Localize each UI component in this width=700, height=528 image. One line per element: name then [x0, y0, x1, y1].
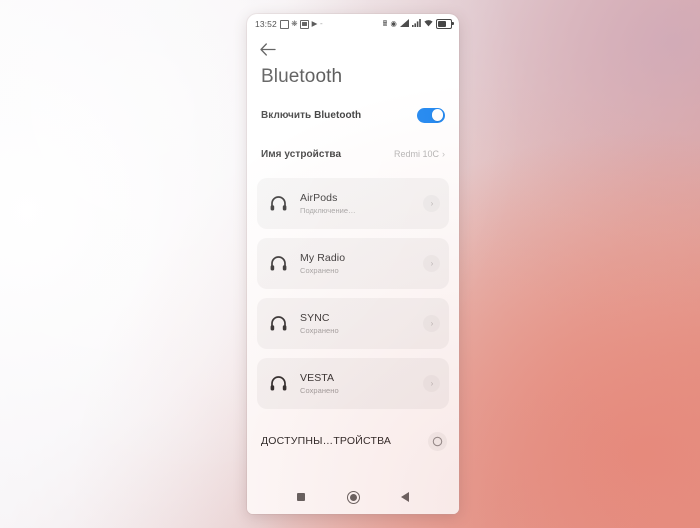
headphones-icon [268, 254, 288, 274]
status-clock: 13:52 [255, 19, 277, 29]
setting-control-group [417, 107, 445, 123]
device-status: Сохранено [300, 386, 339, 395]
device-text-group: SYNC Сохранено [300, 312, 339, 335]
chevron-right-icon: › [442, 148, 445, 159]
setting-label-enable-bluetooth: Включить Bluetooth [261, 109, 362, 121]
chevron-right-icon: › [430, 198, 434, 208]
headphones-icon [268, 374, 288, 394]
dash-icon: - [320, 19, 323, 28]
status-right-icon-group: 🖩 ◉ [382, 19, 454, 29]
device-text-group: VESTA Сохранено [300, 372, 339, 395]
android-nav-bar [247, 483, 459, 514]
app-top-bar [247, 34, 459, 64]
calendar-icon [279, 19, 289, 29]
device-status: Сохранено [300, 326, 339, 335]
page-title: Bluetooth [261, 66, 343, 87]
chevron-right-icon: › [430, 318, 434, 328]
status-bar: 13:52 ❋ ▶ - 🖩 ◉ [247, 14, 459, 34]
recents-square-icon[interactable] [290, 486, 312, 508]
available-devices-header: ДОСТУПНЫ…ТРОЙСТВА [247, 423, 459, 459]
wifi-icon [424, 19, 433, 29]
device-settings-button[interactable]: › [423, 255, 440, 272]
setting-row-enable-bluetooth[interactable]: Включить Bluetooth [247, 100, 459, 130]
refresh-spinner-icon[interactable] [428, 431, 447, 451]
device-name: VESTA [300, 372, 335, 384]
back-triangle-icon[interactable] [394, 486, 416, 508]
device-text-group: My Radio Сохранено [300, 252, 345, 275]
chevron-right-icon: › [430, 258, 434, 268]
toggle-knob [431, 109, 444, 121]
chevron-right-icon: › [430, 378, 434, 388]
headphones-icon [268, 314, 288, 334]
device-list-item[interactable]: AirPods Подключение… › [257, 178, 449, 229]
bluetooth-toggle[interactable] [417, 107, 445, 123]
home-circle-icon[interactable] [342, 486, 364, 508]
device-name-value-group: Redmi 10C › [394, 149, 445, 159]
device-list-item[interactable]: My Radio Сохранено › [257, 238, 449, 289]
back-arrow-icon[interactable] [259, 40, 277, 58]
device-name: AirPods [300, 192, 338, 204]
device-name-value: Redmi 10C [393, 149, 439, 159]
bluetooth-icon: 🖩 [382, 19, 388, 29]
device-text-group: AirPods Подключение… [300, 192, 356, 215]
status-left-icon-group: ❋ ▶ - [279, 19, 323, 29]
wallpaper-backdrop: 13:52 ❋ ▶ - 🖩 ◉ Bluetooth Включить Bluet… [0, 0, 700, 528]
screenshot-icon [300, 19, 310, 29]
device-settings-button[interactable]: › [423, 195, 440, 212]
setting-label-device-name: Имя устройства [261, 148, 342, 160]
row-spacer [247, 169, 459, 178]
bug-icon: ❋ [291, 19, 298, 29]
available-devices-title: ДОСТУПНЫ…ТРОЙСТВА [261, 435, 392, 447]
device-status: Подключение… [300, 206, 356, 215]
device-list-item[interactable]: VESTA Сохранено › [257, 358, 449, 409]
device-list-item[interactable]: SYNC Сохранено › [257, 298, 449, 349]
device-status: Сохранено [300, 266, 339, 275]
row-spacer [247, 130, 459, 139]
device-name: My Radio [300, 252, 346, 264]
device-name: SYNC [300, 312, 330, 324]
play-icon: ▶ [311, 19, 318, 29]
paired-device-list: AirPods Подключение… › My Radio Сохранен… [247, 178, 459, 409]
headphones-icon [268, 194, 288, 214]
setting-row-device-name[interactable]: Имя устройства Redmi 10C › [247, 139, 459, 169]
alarm-icon: ◉ [390, 19, 397, 29]
signal-1-icon [400, 19, 409, 29]
device-settings-button[interactable]: › [423, 375, 440, 392]
signal-2-icon [412, 19, 421, 29]
phone-device: 13:52 ❋ ▶ - 🖩 ◉ Bluetooth Включить Bluet… [247, 14, 459, 514]
battery-icon [436, 19, 454, 29]
device-settings-button[interactable]: › [423, 315, 440, 332]
